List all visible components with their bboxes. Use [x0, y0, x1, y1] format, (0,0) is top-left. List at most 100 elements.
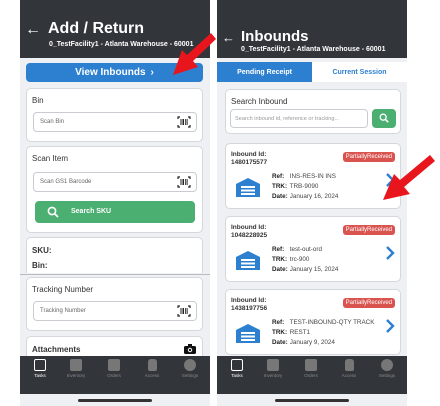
chevron-right-icon[interactable]: [385, 245, 395, 261]
page-title: Inbounds: [241, 28, 309, 45]
tracking-placeholder: Tracking Number: [40, 308, 86, 314]
gear-icon: [184, 359, 196, 371]
facility-subtitle: 0_TestFacility1 - Atlanta Warehouse - 60…: [241, 46, 386, 53]
tab-orders-label: Orders: [304, 373, 318, 378]
inbound-card[interactable]: Inbound Id: 1438197756 PartiallyReceived…: [225, 289, 401, 355]
ref-value: TEST-INBOUND-QTY TRACK: [289, 319, 375, 326]
tracking-card: Tracking Number Tracking Number: [26, 277, 203, 331]
ref-value: test-out-ord: [289, 246, 322, 253]
truck-icon: [108, 359, 120, 371]
status-badge: PartiallyReceived: [342, 298, 395, 308]
tab-inventory-label: Inventory: [263, 373, 283, 378]
warehouse-icon: [236, 178, 260, 197]
ref-value: INS-RES-IN INS: [289, 173, 336, 180]
bin-card: Bin Scan Bin: [26, 88, 203, 142]
date-value: January 16, 2024: [289, 193, 339, 200]
tab-tasks-label: Tasks: [34, 373, 46, 378]
gs1-barcode-field[interactable]: Scan GS1 Barcode: [33, 172, 197, 192]
tab-access[interactable]: Access: [331, 359, 367, 378]
date-row: Date: January 16, 2024: [272, 193, 339, 200]
warehouse-icon: [236, 324, 260, 343]
tab-tasks[interactable]: Tasks: [22, 359, 58, 378]
inventory-icon: [70, 359, 82, 371]
tab-inventory[interactable]: Inventory: [255, 359, 291, 378]
view-inbounds-label: View Inbounds: [75, 67, 146, 78]
barcode-scan-icon[interactable]: [177, 176, 191, 188]
search-sku-button[interactable]: Search SKU: [35, 201, 195, 223]
tab-current-session[interactable]: Current Session: [312, 62, 407, 82]
tracking-label: Tracking Number: [32, 285, 94, 294]
tab-access[interactable]: Access: [134, 359, 170, 378]
search-placeholder: Search inbound id, reference or tracking…: [235, 116, 340, 122]
inbound-card[interactable]: Inbound Id: 1048228925 PartiallyReceived…: [225, 216, 401, 282]
truck-icon: [305, 359, 317, 371]
inbound-id-label: Inbound Id:: [231, 151, 267, 158]
lock-icon: [344, 359, 354, 371]
tab-orders[interactable]: Orders: [293, 359, 329, 378]
bin-label: Bin: [32, 96, 44, 105]
chevron-right-icon[interactable]: [385, 318, 395, 334]
trk-row: TRK: REST1: [272, 329, 311, 336]
tab-tasks-label: Tasks: [231, 373, 243, 378]
barcode-scan-icon[interactable]: [177, 305, 191, 317]
page-title: Add / Return: [48, 20, 144, 37]
tab-inventory[interactable]: Inventory: [58, 359, 94, 378]
search-icon: [47, 206, 59, 218]
home-indicator: [275, 399, 349, 402]
tab-pending-receipt[interactable]: Pending Receipt: [217, 62, 312, 82]
tab-settings-label: Settings: [181, 373, 199, 378]
search-icon: [379, 113, 389, 123]
tab-settings[interactable]: Settings: [172, 359, 208, 378]
inbound-id: 1438197756: [231, 305, 268, 312]
annotation-arrow-icon: [173, 33, 216, 75]
trk-row: TRK: TRB-9090: [272, 183, 319, 190]
tab-settings[interactable]: Settings: [369, 359, 405, 378]
gear-icon: [381, 359, 393, 371]
date-row: Date: January 9, 2024: [272, 339, 335, 346]
tab-inventory-label: Inventory: [66, 373, 86, 378]
scan-item-card: Scan Item Scan GS1 Barcode Search SKU: [26, 146, 203, 233]
inbound-id: 1048228925: [231, 232, 268, 239]
chevron-right-icon: ›: [150, 67, 154, 78]
inbound-card[interactable]: Inbound Id: 1480175577 PartiallyReceived…: [225, 143, 401, 209]
back-arrow-icon[interactable]: ←: [25, 22, 41, 38]
tab-settings-label: Settings: [378, 373, 396, 378]
ref-row: Ref: TEST-INBOUND-QTY TRACK: [272, 319, 375, 326]
ref-row: Ref: INS-RES-IN INS: [272, 173, 336, 180]
bin-placeholder: Scan Bin: [40, 119, 65, 125]
trk-row: TRK: trc-900: [272, 256, 310, 263]
barcode-scan-icon[interactable]: [177, 116, 191, 128]
sku-info-card: SKU: Bin:: [26, 237, 203, 273]
tasks-icon: [231, 359, 243, 371]
inventory-icon: [267, 359, 279, 371]
bin-field[interactable]: Scan Bin: [33, 112, 197, 132]
trk-value: REST1: [289, 329, 311, 336]
attachments-label: Attachments: [32, 345, 81, 354]
gs1-placeholder: Scan GS1 Barcode: [40, 179, 92, 185]
search-inbound-input[interactable]: Search inbound id, reference or tracking…: [230, 109, 368, 128]
date-value: January 9, 2024: [289, 339, 335, 346]
inbounds-screen: ← Inbounds 0_TestFacility1 - Atlanta War…: [217, 0, 407, 406]
tab-tasks[interactable]: Tasks: [219, 359, 255, 378]
inbound-id-label: Inbound Id:: [231, 297, 267, 304]
bin-info-label: Bin:: [32, 261, 48, 270]
back-arrow-icon[interactable]: ←: [222, 30, 235, 46]
lock-icon: [147, 359, 157, 371]
tab-orders[interactable]: Orders: [96, 359, 132, 378]
sku-label: SKU:: [32, 246, 52, 255]
annotation-arrow-icon: [383, 155, 435, 200]
search-button[interactable]: [372, 109, 396, 128]
search-inbound-label: Search Inbound: [231, 97, 288, 106]
home-indicator: [78, 399, 152, 402]
status-badge: PartiallyReceived: [342, 225, 395, 235]
camera-icon[interactable]: [184, 344, 196, 354]
bottom-tab-bar: Tasks Inventory Orders Access Settings: [217, 356, 407, 394]
divider: [20, 274, 210, 275]
header: ← Inbounds 0_TestFacility1 - Atlanta War…: [217, 0, 407, 58]
search-sku-label: Search SKU: [71, 208, 112, 215]
tracking-number-field[interactable]: Tracking Number: [33, 301, 197, 321]
bottom-tab-bar: Tasks Inventory Orders Access Settings: [20, 356, 210, 394]
date-row: Date: January 15, 2024: [272, 266, 339, 273]
warehouse-icon: [236, 251, 260, 270]
tab-orders-label: Orders: [107, 373, 121, 378]
